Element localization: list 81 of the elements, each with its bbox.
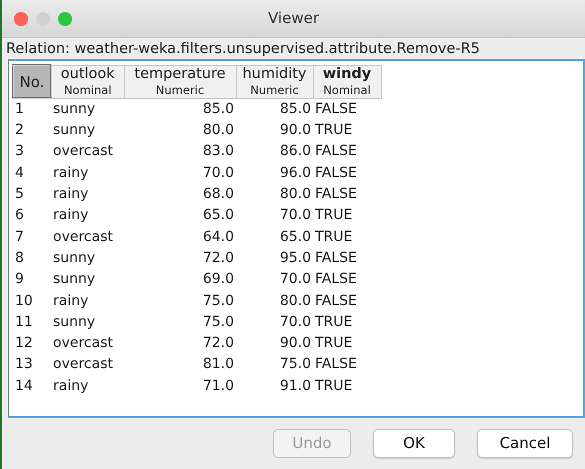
table-cell: TRUE bbox=[315, 378, 352, 394]
table-cell: 70.0 bbox=[202, 164, 234, 181]
row-number: 14 bbox=[15, 378, 33, 394]
table-cell: FALSE bbox=[315, 100, 357, 117]
table-cell: 91.0 bbox=[280, 378, 311, 394]
table-cell: 80.0 bbox=[202, 122, 234, 138]
row-number: 9 bbox=[15, 271, 24, 288]
table-cell: 96.0 bbox=[280, 164, 311, 181]
dialog-button[interactable]: Cancel bbox=[477, 429, 573, 458]
table-cell: 95.0 bbox=[280, 250, 311, 266]
zoom-button[interactable] bbox=[58, 12, 72, 26]
table-cell: 68.0 bbox=[202, 186, 234, 202]
table-cell: 70.0 bbox=[280, 271, 311, 288]
table-cell: 85.0 bbox=[280, 100, 311, 117]
table-cell: 83.0 bbox=[202, 143, 234, 160]
table-cell: overcast bbox=[53, 356, 113, 372]
table-cell: sunny bbox=[53, 122, 96, 138]
index-header[interactable]: No. bbox=[13, 65, 51, 98]
table-cell: rainy bbox=[53, 164, 88, 181]
close-button[interactable] bbox=[14, 12, 28, 26]
table-cell: rainy bbox=[53, 292, 88, 309]
dialog-button[interactable]: OK bbox=[373, 429, 455, 458]
row-number: 8 bbox=[15, 250, 24, 266]
table-cell: 71.0 bbox=[202, 378, 234, 394]
table-cell: 75.0 bbox=[202, 292, 234, 309]
row-number: 3 bbox=[15, 143, 24, 160]
column-header[interactable]: humidity Numeric bbox=[236, 65, 313, 98]
table-cell: rainy bbox=[53, 207, 88, 224]
table-cell: 75.0 bbox=[280, 356, 311, 372]
table-cell: rainy bbox=[53, 186, 88, 202]
table-cell: TRUE bbox=[315, 314, 352, 330]
column-header[interactable]: outlook Nominal bbox=[51, 65, 124, 98]
table-cell: sunny bbox=[53, 100, 96, 117]
table-cell: FALSE bbox=[315, 164, 357, 181]
table-cell: 70.0 bbox=[280, 207, 311, 224]
table-cell: FALSE bbox=[315, 292, 357, 309]
table-cell: 80.0 bbox=[280, 186, 311, 202]
column-header[interactable]: temperature Numeric bbox=[124, 65, 236, 98]
table-cell: FALSE bbox=[315, 356, 357, 372]
row-number: 7 bbox=[15, 228, 24, 245]
table-cell: 72.0 bbox=[202, 250, 234, 266]
window-title: Viewer bbox=[268, 9, 319, 28]
table-cell: FALSE bbox=[315, 186, 357, 202]
table-cell: 81.0 bbox=[202, 356, 234, 372]
table-cell: overcast bbox=[53, 228, 113, 245]
table-cell: 90.0 bbox=[280, 122, 311, 138]
table-cell: 75.0 bbox=[202, 314, 234, 330]
row-number: 11 bbox=[15, 314, 33, 330]
table-cell: FALSE bbox=[315, 143, 357, 160]
table-cell: 90.0 bbox=[280, 335, 311, 352]
row-number: 1 bbox=[15, 101, 24, 117]
table-cell: TRUE bbox=[315, 228, 352, 245]
column-header[interactable]: windy Nominal bbox=[313, 65, 381, 98]
table-cell: FALSE bbox=[315, 250, 357, 266]
table-cell: FALSE bbox=[315, 271, 357, 288]
table-cell: 64.0 bbox=[202, 228, 234, 245]
table-cell: 85.0 bbox=[202, 100, 234, 117]
table-cell: 65.0 bbox=[280, 228, 311, 245]
table-cell: 80.0 bbox=[280, 292, 311, 309]
table-cell: TRUE bbox=[315, 335, 352, 352]
table-cell: sunny bbox=[53, 271, 96, 288]
table-cell: overcast bbox=[53, 335, 113, 352]
row-number: 10 bbox=[15, 292, 33, 309]
table-cell: TRUE bbox=[315, 207, 352, 224]
table-cell: sunny bbox=[53, 250, 96, 266]
table-cell: 86.0 bbox=[280, 143, 311, 160]
table-cell: 65.0 bbox=[202, 207, 234, 224]
table-cell: TRUE bbox=[315, 122, 352, 138]
table-cell: overcast bbox=[53, 143, 113, 160]
table-cell: rainy bbox=[53, 378, 88, 394]
row-number: 5 bbox=[15, 186, 24, 202]
row-number: 4 bbox=[15, 164, 24, 181]
table-cell: sunny bbox=[53, 314, 96, 330]
row-number: 2 bbox=[15, 122, 24, 138]
table-cell: 70.0 bbox=[280, 314, 311, 330]
table-cell: 72.0 bbox=[202, 335, 234, 352]
row-number: 12 bbox=[15, 335, 33, 352]
relation-label: Relation: weather-weka.filters.unsupervised.attribute.Remove-R5 bbox=[5, 40, 481, 59]
row-number: 13 bbox=[15, 356, 33, 372]
row-number: 6 bbox=[15, 207, 24, 224]
table-cell: 69.0 bbox=[202, 271, 234, 288]
